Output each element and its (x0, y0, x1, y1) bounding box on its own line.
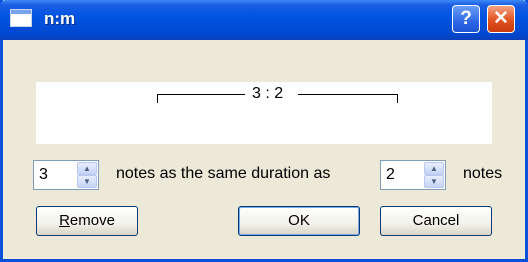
window-icon (10, 9, 32, 27)
close-button[interactable]: ✕ (487, 5, 515, 33)
m-input[interactable] (381, 161, 419, 189)
help-button[interactable]: ? (452, 5, 480, 33)
remove-label-rest: emove (69, 212, 115, 229)
remove-button[interactable]: Remove (36, 206, 138, 236)
bracket-left-line (157, 94, 245, 95)
window-title: n:m (44, 9, 76, 28)
bracket-right-line (298, 94, 398, 95)
bracket-left-tick (157, 94, 158, 103)
spin-down-icon[interactable]: ▼ (424, 175, 444, 188)
bracket-right-tick (397, 94, 398, 103)
m-spin-buttons[interactable]: ▲ ▼ (424, 162, 444, 188)
cancel-label: Cancel (412, 212, 460, 229)
middle-label: notes as the same duration as (116, 165, 331, 182)
m-spinner[interactable]: ▲ ▼ (380, 160, 446, 190)
help-icon: ? (460, 8, 472, 29)
cancel-button[interactable]: Cancel (380, 206, 492, 236)
close-icon: ✕ (493, 8, 509, 29)
tuplet-preview: 3 : 2 (36, 82, 492, 144)
n-spinner[interactable]: ▲ ▼ (33, 160, 99, 190)
spin-up-icon[interactable]: ▲ (77, 162, 97, 175)
spin-up-icon[interactable]: ▲ (424, 162, 444, 175)
title-bar[interactable]: n:m ? ✕ (0, 0, 528, 40)
n-input[interactable] (34, 161, 72, 189)
end-label: notes (463, 165, 503, 182)
ratio-label: 3 : 2 (252, 85, 284, 102)
ok-label: OK (288, 212, 310, 229)
remove-mnemonic: R (59, 212, 70, 229)
dialog-window: n:m ? ✕ 3 : 2 ▲ ▼ notes as the same dura… (0, 0, 528, 262)
ok-button[interactable]: OK (238, 206, 360, 236)
n-spin-buttons[interactable]: ▲ ▼ (77, 162, 97, 188)
spin-down-icon[interactable]: ▼ (77, 175, 97, 188)
